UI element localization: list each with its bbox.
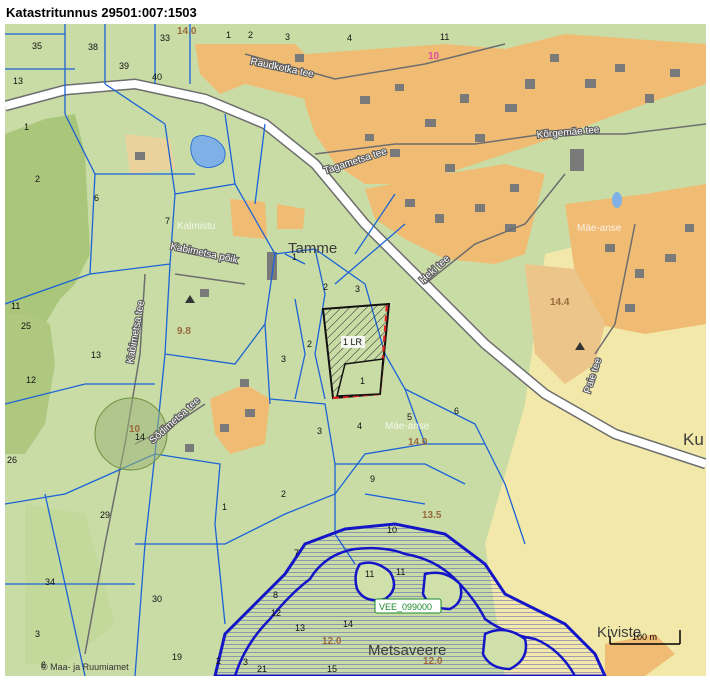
parcel-number: 26 (7, 455, 17, 465)
elevation-label: 13.5 (422, 510, 442, 521)
parcel-number: 9 (370, 474, 375, 484)
parcel-number: 2 (281, 489, 286, 499)
parcel-number: 11 (440, 32, 449, 42)
parcel-number: 5 (407, 412, 412, 422)
parcel-number: 19 (172, 652, 182, 662)
parcel-number: 14 (135, 432, 145, 442)
parcel-number: 21 (257, 664, 267, 674)
parcel-number: 10 (387, 525, 397, 535)
scale-bar-label: 100 m (632, 632, 657, 642)
parcel-number: 3 (285, 32, 290, 42)
parcel-number: 14 (343, 619, 353, 629)
elevation-label: 10 (428, 51, 440, 62)
parcel-number: 11 (365, 569, 374, 579)
parcel-number: 25 (21, 321, 31, 331)
place-name-ku: Ku (683, 430, 704, 449)
parcel-number: 38 (88, 42, 98, 52)
parcel-number: 13 (295, 623, 305, 633)
elevation-label: 9.8 (177, 326, 191, 337)
parcel-number: 1 (292, 252, 297, 262)
parcel-number: 7 (165, 216, 170, 226)
elevation-label: 12.0 (423, 656, 443, 667)
parcel-number: 1 (24, 122, 29, 132)
parcel-number: 15 (327, 664, 337, 674)
parcel-number: 6 (94, 193, 99, 203)
parcel-number: 11 (11, 301, 20, 311)
parcel-number: 39 (119, 61, 129, 71)
parcel-number: 29 (100, 510, 110, 520)
elevation-label: 14.4 (550, 297, 570, 308)
map-title: Katastritunnus 29501:007:1503 (6, 5, 197, 20)
elevation-label: 14.0 (408, 437, 428, 448)
parcel-number: 1 (360, 376, 365, 386)
parcel-number: 35 (32, 41, 42, 51)
residential-zone (230, 199, 267, 239)
parcel-number: 40 (152, 72, 162, 82)
parcel-number: 2 (35, 174, 40, 184)
elevation-label: 14.0 (177, 26, 197, 37)
water-protection-label: VEE_099000 (379, 602, 432, 612)
parcel-number: 3 (35, 629, 40, 639)
faint-label: Mäe-anse (385, 421, 430, 432)
parcel-number: 2 (307, 339, 312, 349)
parcel-number: 3 (243, 657, 248, 667)
parcel-number: 3 (317, 426, 322, 436)
parcel-number: 3 (355, 284, 360, 294)
highlighted-parcel-label: 1 LR (343, 337, 363, 347)
parcel-number: 7 (294, 548, 299, 558)
parcel-number: 4 (357, 421, 362, 431)
elevation-label: 12.0 (322, 636, 342, 647)
parcel-number: 13 (13, 76, 23, 86)
faint-label: Mäe-anse (577, 223, 622, 234)
parcel-number: 2 (323, 282, 328, 292)
copyright: © Maa- ja Ruumiamet (41, 662, 129, 672)
faint-label: Kalmistu (177, 221, 215, 232)
parcel-number: 34 (45, 577, 55, 587)
parcel-number: 1 (226, 30, 231, 40)
pond (612, 192, 622, 208)
cadastral-map[interactable]: Tamme Metsaveere Kiviste Ku Kalmistu Mäe… (5, 24, 706, 676)
parcel-number: 30 (152, 594, 162, 604)
parcel-number: 4 (347, 33, 352, 43)
parcel-number: 3 (281, 354, 286, 364)
parcel-number: 12 (26, 375, 36, 385)
parcel-number: 2 (248, 30, 253, 40)
parcel-number: 8 (273, 590, 278, 600)
parcel-number: 2 (216, 656, 221, 666)
parcel-number: 6 (454, 406, 459, 416)
parcel-number: 12 (271, 608, 281, 618)
parcel-number: 13 (91, 350, 101, 360)
parcel-number: 1 (222, 502, 227, 512)
parcel-number: 11 (396, 567, 405, 577)
water-protection-island (481, 628, 528, 671)
parcel-number: 33 (160, 33, 170, 43)
